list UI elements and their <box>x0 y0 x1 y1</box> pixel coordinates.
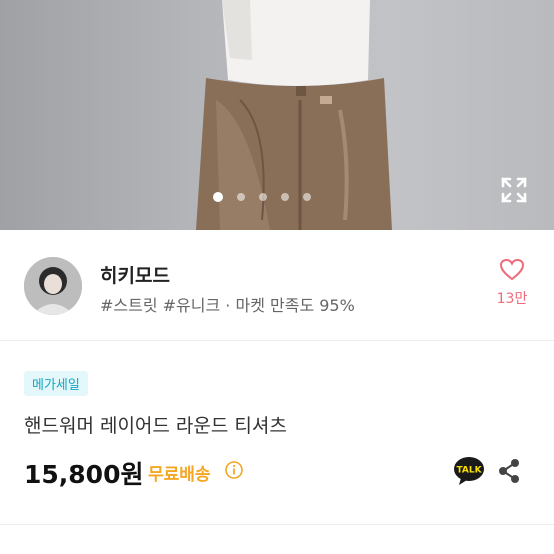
info-icon[interactable] <box>224 460 244 480</box>
share-icon[interactable] <box>496 457 522 485</box>
shipping-label: 무료배송 <box>148 465 211 485</box>
seller-tags: #스트릿 #유니크 · 마켓 만족도 95% <box>100 296 355 315</box>
section-divider <box>0 524 554 525</box>
product-title: 핸드워머 레이어드 라운드 티셔츠 <box>24 415 287 437</box>
heart-icon <box>499 258 525 281</box>
seller-section[interactable]: 히키모드 #스트릿 #유니크 · 마켓 만족도 95% 13만 <box>0 230 554 341</box>
talk-label: TALK <box>456 466 482 476</box>
like-button[interactable]: 13만 <box>492 258 532 308</box>
expand-icon[interactable] <box>498 174 530 206</box>
like-count: 13만 <box>496 291 528 307</box>
product-image-carousel[interactable] <box>0 0 554 230</box>
carousel-dot-5[interactable] <box>303 193 311 201</box>
carousel-dot-4[interactable] <box>281 193 289 201</box>
product-price: 15,800원 <box>24 460 144 489</box>
sale-badge: 메가세일 <box>24 371 88 396</box>
carousel-indicator <box>213 190 311 204</box>
carousel-dot-2[interactable] <box>237 193 245 201</box>
carousel-dot-3[interactable] <box>259 193 267 201</box>
talk-chat-icon[interactable]: TALK <box>453 456 485 486</box>
carousel-dot-1[interactable] <box>213 192 223 202</box>
seller-avatar[interactable] <box>24 257 82 315</box>
seller-name[interactable]: 히키모드 <box>100 261 170 288</box>
